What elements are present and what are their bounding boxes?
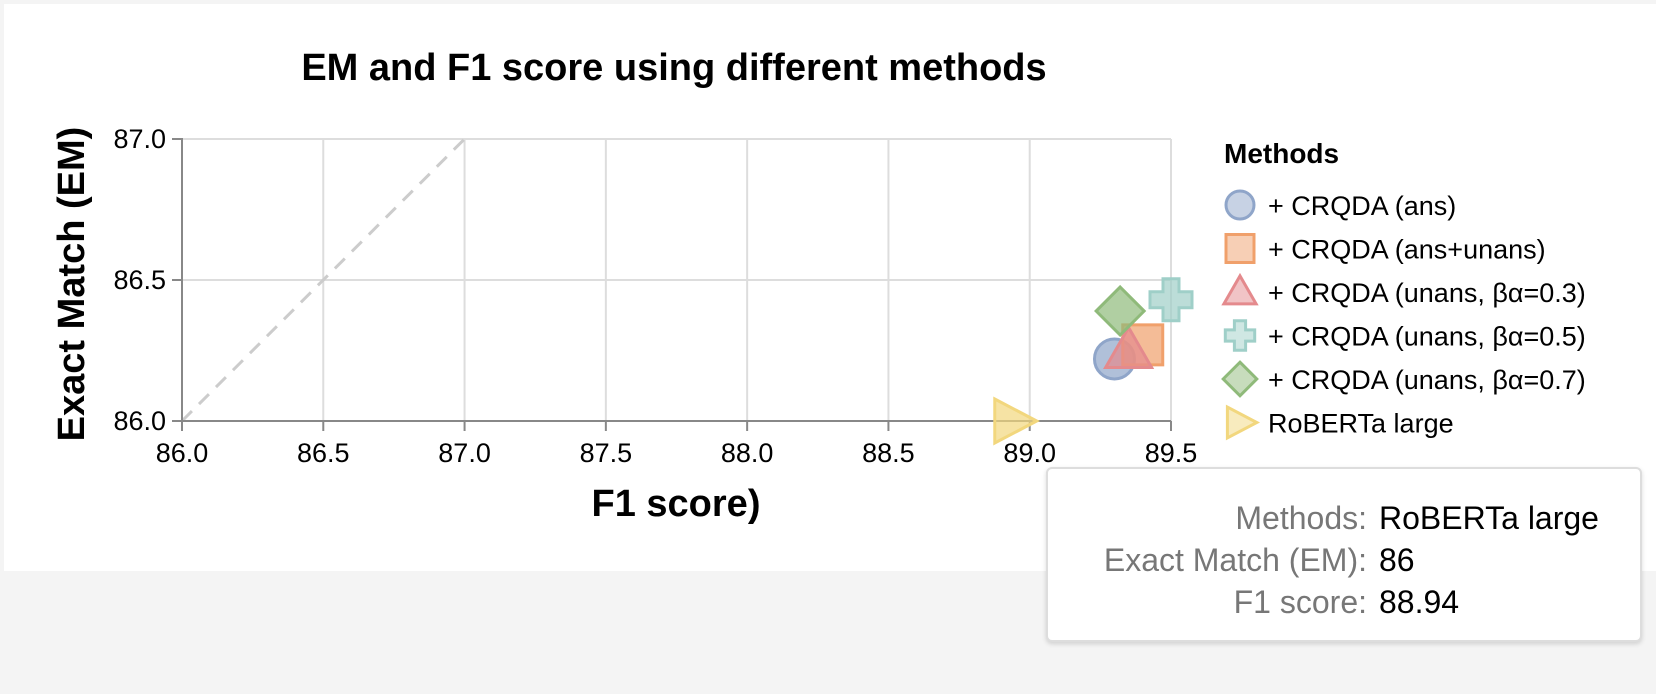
legend-symbol bbox=[1221, 272, 1259, 306]
legend-symbol bbox=[1224, 189, 1256, 221]
legend-label: + CRQDA (unans, βα=0.5) bbox=[1268, 322, 1586, 352]
tooltip-row-em: Exact Match (EM): 86 bbox=[1048, 539, 1640, 581]
x-tick-label: 86.5 bbox=[297, 438, 350, 468]
tooltip-row-method: Methods: RoBERTa large bbox=[1048, 497, 1640, 539]
data-point bbox=[1148, 277, 1194, 323]
tooltip-table: Methods: RoBERTa large Exact Match (EM):… bbox=[1048, 497, 1640, 623]
legend-label: RoBERTa large bbox=[1268, 409, 1454, 439]
tooltip-key: Methods: bbox=[1235, 500, 1367, 536]
y-tick-label: 86.5 bbox=[113, 265, 166, 295]
legend-symbol bbox=[1224, 233, 1256, 264]
grid bbox=[180, 137, 1172, 423]
chart-title: EM and F1 score using different methods bbox=[301, 47, 1046, 89]
legend: + CRQDA (ans) + CRQDA (ans+unans) + CRQDA … bbox=[1221, 189, 1586, 441]
legend-symbol bbox=[1225, 404, 1261, 441]
legend-symbol bbox=[1221, 360, 1259, 398]
y-axis-label: Exact Match (EM) bbox=[51, 127, 93, 442]
x-tick-label: 89.0 bbox=[1003, 438, 1056, 468]
tooltip-value: 86 bbox=[1379, 542, 1415, 578]
tooltip-row-f1: F1 score: 88.94 bbox=[1048, 581, 1640, 623]
legend-label: + CRQDA (ans+unans) bbox=[1268, 235, 1546, 265]
x-tick-label: 88.5 bbox=[862, 438, 915, 468]
legend-label: + CRQDA (ans) bbox=[1268, 191, 1456, 221]
x-tick-label: 87.0 bbox=[438, 438, 491, 468]
legend-symbol bbox=[1223, 319, 1257, 352]
tooltip-value: 88.94 bbox=[1379, 584, 1460, 620]
chart-panel: EM and F1 score using different methods … bbox=[4, 4, 1656, 642]
legend-label: + CRQDA (unans, βα=0.7) bbox=[1268, 365, 1586, 395]
x-tick-label: 86.0 bbox=[156, 438, 209, 468]
tooltip-key: Exact Match (EM): bbox=[1103, 542, 1367, 578]
data-points bbox=[993, 277, 1194, 446]
axes: 86.0 86.5 87.0 87.5 88.0 88.5 89.0 89.5 86.0 86.5… bbox=[113, 124, 1197, 468]
x-tick-label: 88.0 bbox=[721, 438, 774, 468]
tooltip-value: RoBERTa large bbox=[1379, 500, 1599, 536]
x-axis-label: F1 score) bbox=[592, 483, 761, 525]
y-tick-label: 87.0 bbox=[113, 124, 166, 154]
tooltip-key: F1 score: bbox=[1233, 584, 1367, 620]
tooltip: Methods: RoBERTa large Exact Match (EM):… bbox=[1046, 467, 1642, 642]
y-tick-label: 86.0 bbox=[113, 406, 166, 436]
legend-title: Methods bbox=[1224, 138, 1339, 169]
x-tick-label: 89.5 bbox=[1145, 438, 1198, 468]
x-tick-label: 87.5 bbox=[580, 438, 633, 468]
legend-label: + CRQDA (unans, βα=0.3) bbox=[1268, 278, 1586, 308]
